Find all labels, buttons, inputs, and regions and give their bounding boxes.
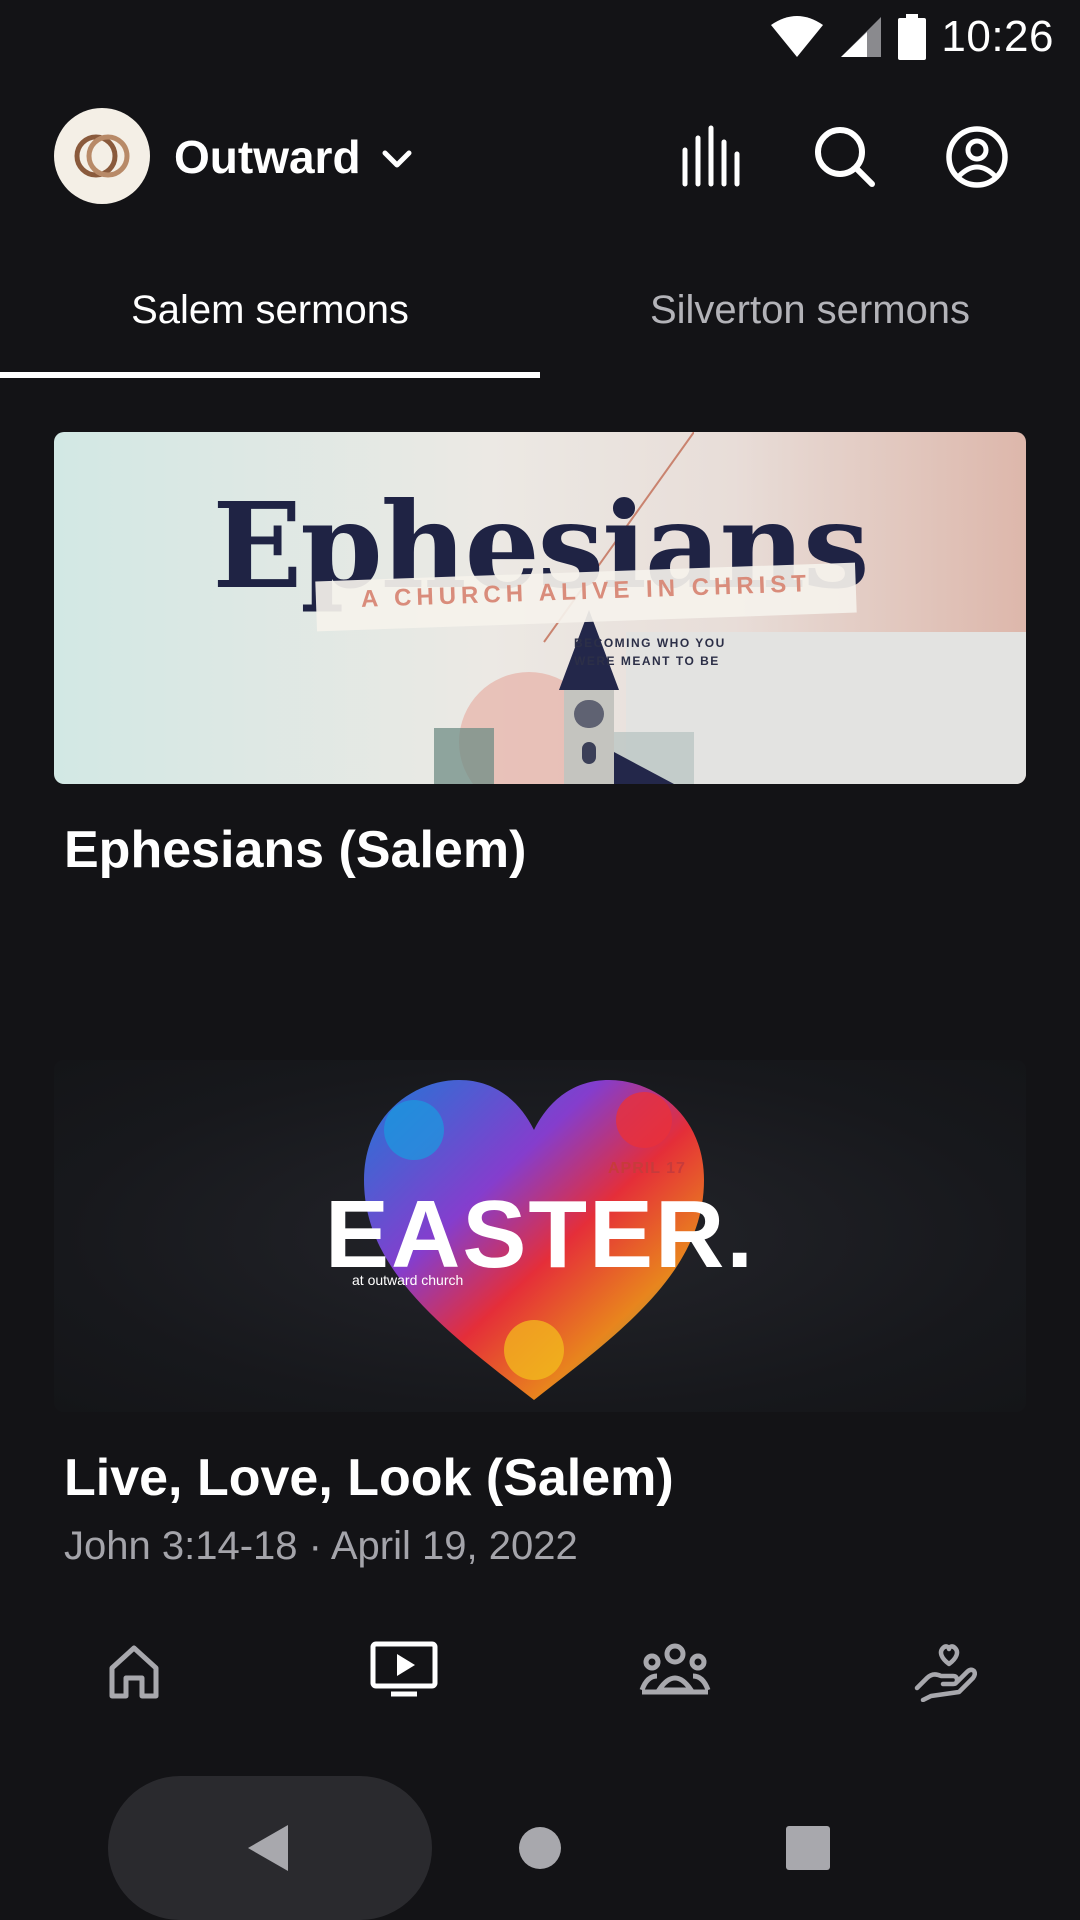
- wifi-icon: [771, 16, 824, 57]
- nav-giving[interactable]: [905, 1630, 985, 1710]
- system-back-button[interactable]: [236, 1816, 300, 1880]
- system-recents-button[interactable]: [780, 1820, 836, 1876]
- home-circle-icon: [519, 1827, 561, 1869]
- banner-subline: at outward church: [352, 1272, 464, 1288]
- app-header: Outward: [0, 100, 1080, 220]
- tab-label: Silverton sermons: [649, 288, 971, 332]
- tab-silverton-sermons[interactable]: Silverton sermons: [540, 270, 1080, 380]
- system-home-button[interactable]: [512, 1820, 568, 1876]
- banner-note: BECOMING WHO YOU WERE MEANT TO BE: [574, 636, 726, 668]
- series-meta: John 3:14-18 · April 19, 2022: [64, 1524, 578, 1568]
- recents-square-icon: [786, 1826, 830, 1870]
- nav-home[interactable]: [94, 1630, 174, 1710]
- home-icon: [109, 1645, 159, 1699]
- church-name[interactable]: Outward: [174, 130, 361, 184]
- battery-icon: [898, 14, 927, 60]
- status-bar: 10:26: [0, 0, 1080, 76]
- series-card-easter[interactable]: APRIL 17 EASTER. at outward church Live,…: [54, 1060, 1026, 1569]
- banner-headline: EASTER.: [324, 1181, 756, 1288]
- back-triangle-icon: [248, 1825, 288, 1871]
- series-banner-image[interactable]: Ephesians A CHURCH ALIVE IN CHRIST BECOM…: [54, 432, 1026, 784]
- clock: 10:26: [941, 12, 1054, 61]
- cell-signal-icon: [841, 17, 882, 57]
- chevron-down-icon[interactable]: [376, 138, 418, 180]
- search-icon[interactable]: [812, 124, 878, 190]
- tab-label: Salem sermons: [131, 288, 409, 332]
- groups-icon: [639, 1643, 711, 1695]
- system-nav-bar: [0, 1776, 1080, 1920]
- giving-icon: [914, 1644, 977, 1702]
- series-card-ephesians[interactable]: Ephesians A CHURCH ALIVE IN CHRIST BECOM…: [54, 432, 1026, 880]
- series-title: Live, Love, Look (Salem): [64, 1449, 674, 1507]
- nav-groups[interactable]: [635, 1630, 715, 1710]
- series-banner-image[interactable]: APRIL 17 EASTER. at outward church: [54, 1060, 1026, 1412]
- sermon-tabs: Salem sermons Silverton sermons: [0, 270, 1080, 380]
- series-title: Ephesians (Salem): [64, 821, 527, 879]
- banner-date: APRIL 17: [608, 1160, 686, 1177]
- logo-rings-icon: [74, 134, 130, 178]
- audio-bars-icon[interactable]: [680, 124, 746, 190]
- tab-salem-sermons[interactable]: Salem sermons: [0, 270, 540, 380]
- church-logo[interactable]: [54, 108, 150, 204]
- sermons-tv-icon: [370, 1641, 438, 1697]
- bottom-nav: [0, 1620, 1080, 1720]
- nav-sermons[interactable]: [364, 1630, 444, 1710]
- active-tab-indicator: [0, 372, 540, 378]
- account-icon[interactable]: [944, 124, 1010, 190]
